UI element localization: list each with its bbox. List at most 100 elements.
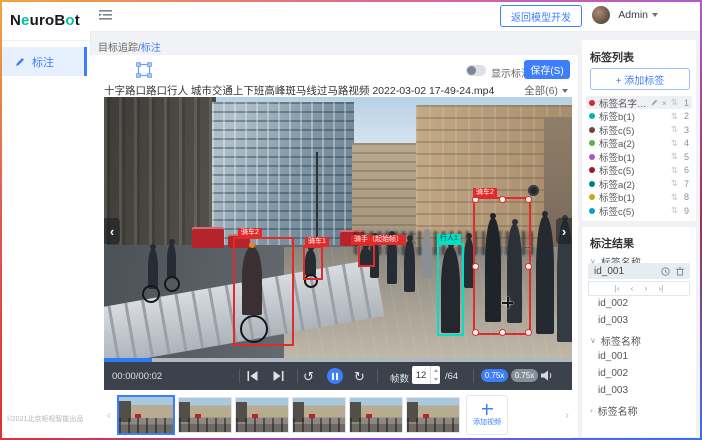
video-canvas[interactable]: 骑车2 骑车1 骑手（起始帧） 行人1 骑车2 ↔ ‹ › [104, 97, 572, 358]
sort-icon[interactable]: ⇅ [671, 111, 678, 122]
video-title: 十字路口路口行人 城市交通上下班高峰斑马线过马路视频 2022-03-02 17… [104, 83, 494, 98]
bbox-label[interactable]: 骑车1 [305, 237, 329, 247]
tag-row[interactable]: 标签b(1) ⇅ 5 [586, 150, 692, 163]
control-bar: 00:00/00:02 ↺ ↻ 帧数 12 /64 0.75x 0.75x [104, 362, 572, 390]
stepper-down-icon[interactable] [431, 375, 440, 384]
resize-handle[interactable] [499, 329, 506, 336]
result-item[interactable]: id_003 [598, 385, 628, 396]
bbox-tool-icon[interactable] [136, 62, 152, 78]
sidebar-item-annotate[interactable]: 标注 [0, 47, 87, 76]
last-frame-icon[interactable]: ›| [658, 284, 663, 293]
results-title: 标注结果 [590, 235, 634, 251]
video-thumbnail[interactable] [235, 397, 289, 433]
tag-row[interactable]: 标签b(1) ⇅ 2 [586, 110, 692, 123]
video-thumbnail[interactable] [349, 397, 403, 433]
sort-icon[interactable]: ⇅ [671, 192, 678, 203]
video-thumbnail[interactable] [406, 397, 460, 433]
video-thumbnail[interactable] [292, 397, 346, 433]
bbox-label[interactable]: 行人1 [437, 234, 461, 244]
bbox-rider-2[interactable] [233, 237, 294, 346]
tag-name: 标签a(2) [599, 177, 667, 191]
filmstrip-next-icon[interactable]: › [562, 408, 572, 422]
scene-wheel [142, 285, 160, 303]
annotation-results-panel: 标注结果 ∨ 标签名称 id_001 |‹ ‹ › ›| id_002 id_0… [582, 227, 696, 437]
show-annotation-toggle[interactable] [466, 65, 486, 76]
speed-pill-secondary[interactable]: 0.75x [511, 369, 538, 382]
bbox-label[interactable]: 骑手（起始帧） [351, 235, 406, 245]
breadcrumb-parent[interactable]: 目标追踪 [98, 43, 138, 54]
tag-row[interactable]: 标签a(2) ⇅ 7 [586, 177, 692, 190]
bbox-rider-1[interactable] [303, 246, 323, 280]
tag-row[interactable]: 标签名字最长数... × ⇅ 1 [586, 96, 692, 109]
volume-icon[interactable] [541, 370, 553, 381]
sort-icon[interactable]: ⇅ [671, 138, 678, 149]
resize-handle[interactable] [525, 196, 532, 203]
tag-row[interactable]: 标签a(2) ⇅ 4 [586, 137, 692, 150]
tag-list-title: 标签列表 [590, 49, 634, 65]
back-to-model-dev-button[interactable]: 返回模型开发 [500, 5, 582, 27]
filter-dropdown[interactable]: 全部(6) [524, 83, 568, 98]
result-item[interactable]: id_002 [598, 298, 628, 309]
result-item[interactable]: id_003 [598, 315, 628, 326]
save-button[interactable]: 保存(S) [524, 60, 570, 79]
tag-row[interactable]: 标签c(5) ⇅ 3 [586, 123, 692, 136]
forward-10-icon[interactable]: ↻ [354, 369, 365, 385]
sort-icon[interactable]: ⇅ [671, 178, 678, 189]
resize-handle[interactable] [499, 196, 506, 203]
sort-icon[interactable]: ⇅ [671, 151, 678, 162]
resize-handle[interactable] [525, 329, 532, 336]
collapse-menu-icon[interactable] [99, 9, 113, 21]
edit-icon[interactable] [651, 99, 658, 106]
frame-number-value[interactable]: 12 [412, 366, 430, 384]
result-item[interactable]: id_001 [598, 351, 628, 362]
trash-icon[interactable] [676, 267, 684, 276]
scene-building [212, 102, 354, 252]
history-icon[interactable] [661, 267, 670, 276]
add-video-button[interactable]: 添加视频 [466, 395, 508, 435]
result-item-selected[interactable]: id_001 [588, 263, 690, 279]
bbox-rider-startframe[interactable] [358, 244, 375, 267]
video-thumbnail-selected[interactable] [117, 395, 175, 435]
breadcrumb-current: 标注 [141, 43, 161, 54]
frame-number-input[interactable]: 12 [412, 366, 440, 384]
tag-color-dot [589, 154, 595, 160]
resize-handle[interactable] [472, 329, 479, 336]
first-frame-icon[interactable]: |‹ [615, 284, 620, 293]
sort-icon[interactable]: ⇅ [671, 205, 678, 216]
sort-icon[interactable]: ⇅ [671, 165, 678, 176]
tag-name: 标签b(1) [599, 109, 667, 123]
sort-icon[interactable]: ⇅ [671, 97, 678, 108]
tag-order: 6 [682, 165, 689, 175]
next-frame-icon[interactable]: › [645, 284, 648, 293]
next-frame-icon[interactable] [273, 371, 284, 381]
user-menu[interactable]: Admin [618, 9, 658, 21]
pause-button[interactable] [327, 368, 343, 384]
video-thumbnail[interactable] [178, 397, 232, 433]
bbox-rider-2-selected[interactable] [473, 197, 531, 335]
tag-row[interactable]: 标签c(5) ⇅ 9 [586, 204, 692, 217]
tag-row[interactable]: 标签b(1) ⇅ 8 [586, 191, 692, 204]
add-tag-button[interactable]: + 添加标签 [590, 68, 690, 90]
prev-video-chevron[interactable]: ‹ [104, 218, 120, 244]
speed-pill-active[interactable]: 0.75x [481, 369, 508, 382]
bbox-label[interactable]: 骑车2 [238, 228, 262, 238]
filmstrip-prev-icon[interactable]: ‹ [104, 408, 114, 422]
rewind-10-icon[interactable]: ↺ [303, 369, 314, 385]
logo-part: B [54, 12, 65, 29]
resize-handle[interactable] [472, 263, 479, 270]
prev-frame-icon[interactable] [247, 371, 258, 381]
resize-handle[interactable] [525, 263, 532, 270]
tag-row[interactable]: 标签c(5) ⇅ 6 [586, 164, 692, 177]
delete-icon[interactable]: × [662, 98, 667, 108]
bbox-label[interactable]: 骑车2 [473, 188, 497, 198]
sort-icon[interactable]: ⇅ [671, 124, 678, 135]
avatar[interactable] [592, 6, 610, 24]
result-item[interactable]: id_002 [598, 368, 628, 379]
next-video-chevron[interactable]: › [556, 218, 572, 244]
chevron-down-icon [652, 13, 658, 17]
prev-frame-icon[interactable]: ‹ [631, 284, 634, 293]
stepper-up-icon[interactable] [431, 366, 440, 375]
bbox-pedestrian-1[interactable] [437, 243, 464, 336]
result-group-header[interactable]: › 标签名称 [590, 403, 638, 418]
result-group-header[interactable]: ∨ 标签名称 [590, 333, 641, 348]
